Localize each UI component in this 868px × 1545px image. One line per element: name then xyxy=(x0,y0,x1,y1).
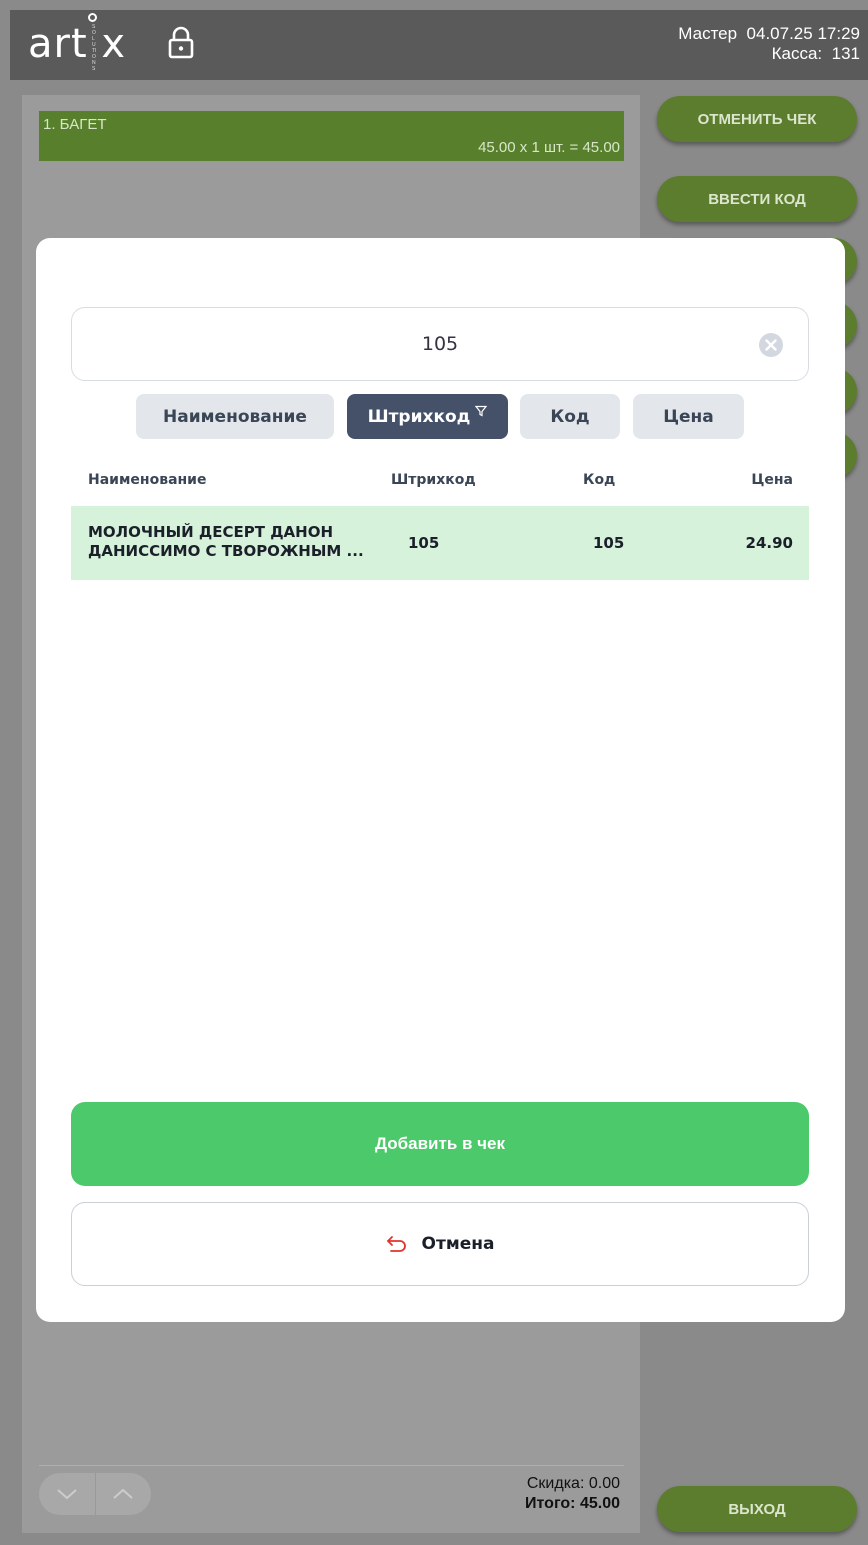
filter-chip-name[interactable]: Наименование xyxy=(136,394,334,439)
row-price: 24.90 xyxy=(745,534,793,552)
scroll-down-button[interactable] xyxy=(39,1473,96,1515)
filter-chip-label: Наименование xyxy=(163,406,307,427)
discount-value: 0.00 xyxy=(588,1475,620,1492)
filter-icon xyxy=(475,405,488,416)
filter-chip-price[interactable]: Цена xyxy=(633,394,744,439)
row-name: МОЛОЧНЫЙ ДЕСЕРТ ДАНОН ДАНИССИМО С ТВОРОЖ… xyxy=(88,523,364,560)
column-header-name[interactable]: Наименование xyxy=(88,472,207,488)
filter-chip-barcode[interactable]: Штрихкод xyxy=(347,394,508,439)
add-to-check-button[interactable]: Добавить в чек xyxy=(71,1102,809,1186)
scroll-up-button[interactable] xyxy=(96,1473,152,1515)
table-row[interactable]: МОЛОЧНЫЙ ДЕСЕРТ ДАНОН ДАНИССИМО С ТВОРОЖ… xyxy=(71,506,809,580)
filter-chip-code[interactable]: Код xyxy=(520,394,620,439)
undo-arrow-icon xyxy=(386,1236,406,1252)
chevron-down-icon xyxy=(57,1489,77,1500)
row-code: 105 xyxy=(593,534,625,552)
row-barcode: 105 xyxy=(408,534,440,552)
search-input[interactable] xyxy=(72,308,808,380)
filter-chip-label: Код xyxy=(550,406,590,427)
header-info: Мастер 04.07.25 17:29 Касса: 131 xyxy=(678,24,860,64)
exit-button[interactable]: ВЫХОД xyxy=(657,1486,857,1532)
clear-search-icon[interactable] xyxy=(758,332,784,358)
column-header-barcode[interactable]: Штрихкод xyxy=(391,472,476,488)
lock-icon[interactable] xyxy=(168,26,194,60)
user-name: Мастер xyxy=(678,24,738,43)
artx-logo: art x xyxy=(28,21,127,67)
column-header-price[interactable]: Цена xyxy=(751,472,793,488)
time: 17:29 xyxy=(817,24,860,43)
cancel-button[interactable]: Отмена xyxy=(71,1202,809,1286)
column-header-code[interactable]: Код xyxy=(583,472,615,488)
search-box xyxy=(71,307,809,381)
logo-subtitle: SOLUTIONS xyxy=(92,24,97,72)
receipt-item-calc: 45.00 х 1 шт. = 45.00 xyxy=(478,139,620,156)
date: 04.07.25 xyxy=(746,24,813,43)
register-number: 131 xyxy=(831,44,860,63)
cancel-check-button[interactable]: ОТМЕНИТЬ ЧЕК xyxy=(657,96,857,142)
total-label: Итого: xyxy=(525,1495,576,1512)
cancel-label: Отмена xyxy=(421,1234,495,1254)
chevron-up-icon xyxy=(113,1488,133,1499)
logo-ring-icon xyxy=(88,13,97,22)
totals: Скидка: 0.00 Итого: 45.00 xyxy=(525,1474,620,1514)
discount-label: Скидка: xyxy=(526,1475,585,1492)
divider xyxy=(39,1465,624,1466)
app-header: art x SOLUTIONS Мастер 04.07.25 17:29 Ка… xyxy=(10,10,868,80)
filter-chip-label: Штрихкод xyxy=(367,406,471,427)
filter-chip-label: Цена xyxy=(663,406,714,427)
enter-code-button[interactable]: ВВЕСТИ КОД xyxy=(657,176,857,222)
add-to-check-label: Добавить в чек xyxy=(374,1134,506,1153)
scroll-nav xyxy=(39,1473,151,1515)
receipt-item-name: 1. БАГЕТ xyxy=(43,116,107,133)
total-value: 45.00 xyxy=(579,1495,620,1512)
receipt-item[interactable]: 1. БАГЕТ 45.00 х 1 шт. = 45.00 xyxy=(39,111,624,161)
product-search-modal: Наименование Штрихкод Код Цена Наименова… xyxy=(36,238,845,1322)
register-label: Касса: xyxy=(771,44,823,63)
